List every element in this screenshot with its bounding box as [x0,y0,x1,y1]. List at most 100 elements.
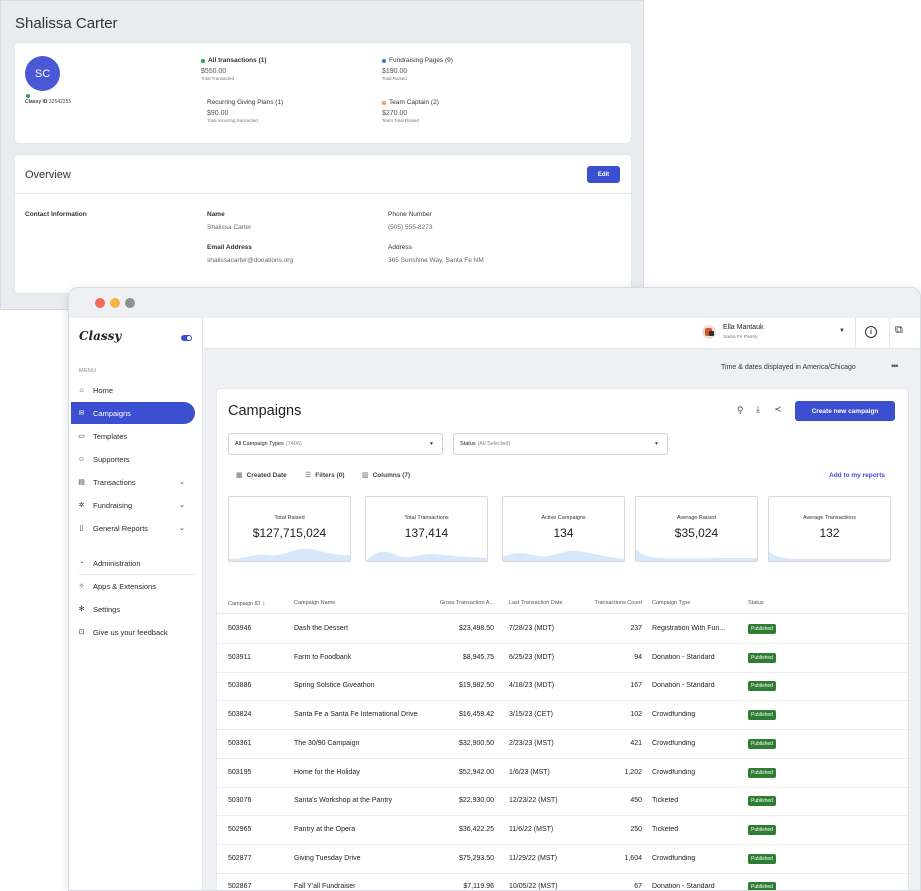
cell-gross: $32,900.50 [458,739,494,747]
cell-name[interactable]: Santa Fe a Santa Fe International Drive [294,711,417,718]
table-row[interactable]: 503911 Farm to Foodbank $8,945.75 6/25/23 (… [217,644,908,673]
kpi-card-average-transactions[interactable]: Average Transactions 132 [768,496,891,562]
sidebar-item-general-reports[interactable]: ▯ General Reports ⌄ [71,517,195,539]
cell-name[interactable]: Dash the Dessert [294,625,348,632]
minimize-window-button[interactable] [110,298,120,308]
cell-name[interactable]: Spring Solstice Giveathon [294,682,375,689]
maximize-window-button[interactable] [125,298,135,308]
columns-icon: ▥ [362,472,369,479]
chevron-down-icon[interactable]: ⌄ [179,524,185,532]
column-header-label: Campaign Type [652,600,691,606]
chevron-down-icon[interactable]: ⌄ [179,501,185,509]
sidebar-item-administration[interactable]: ◔ Administration [71,552,195,574]
more-options-icon[interactable]: ••• [891,361,899,371]
kpi-card-active-campaigns[interactable]: Active Campaigns 134 [502,496,625,562]
filters-button[interactable]: ☰ Filters (0) [305,471,345,480]
column-header-status[interactable]: Status [748,600,764,606]
column-header-campaign-name[interactable]: Campaign Name [294,600,335,606]
sidebar-item-campaigns[interactable]: ✉ Campaigns [71,402,195,424]
info-icon[interactable]: i [865,326,877,338]
cell-name[interactable]: Giving Tuesday Drive [294,855,361,862]
cell-name[interactable]: Farm to Foodbank [294,654,351,661]
sidebar-item-settings[interactable]: ✻ Settings [71,598,195,620]
sidebar-item-apps-extensions[interactable]: ✧ Apps & Extensions [71,575,195,597]
edit-button[interactable]: Edit [587,166,620,183]
table-row[interactable]: 503886 Spring Solstice Giveathon $19,982.5… [217,672,908,702]
column-header-transactions-count[interactable]: Transactions Count [595,600,643,606]
search-icon[interactable]: ⚲ [737,405,744,416]
table-row[interactable]: 503824 Santa Fe a Santa Fe International … [217,701,908,731]
sidebar-item-templates[interactable]: ▭ Templates [71,425,195,447]
cell-name[interactable]: The 30/90 Campaign [294,740,359,747]
cell-id: 502877 [228,854,252,862]
stat-recurring-plans[interactable]: Recurring Giving Plans (1) $90.00 Total … [207,99,283,123]
user-name[interactable]: Ella Mantauk [723,324,763,331]
chat-icon[interactable]: ⧉ [895,324,903,337]
sidebar-toggle[interactable] [181,335,192,341]
table-row[interactable]: 503195 Home for the Holiday $52,942.00 1/6/… [217,759,908,788]
column-header-last-transaction-date[interactable]: Last Transaction Date [509,600,563,606]
table-row[interactable]: 503076 Santa's Workshop at the Pantry $22,… [217,787,908,817]
kpi-card-average-raised[interactable]: Average Raised $35,024 [635,496,758,562]
cell-name[interactable]: Santa's Workshop at the Pantry [294,797,392,804]
cell-name[interactable]: Fall Y'all Fundraiser [294,883,356,890]
add-to-reports-link[interactable]: Add to my reports [829,472,885,479]
column-header-campaign-type[interactable]: Campaign Type [652,600,690,606]
tool-label: Columns (7) [372,471,411,479]
sort-descending-icon[interactable]: ↓ [262,600,266,607]
column-header-label: Campaign Name [294,600,336,606]
status-badge: Published [748,796,776,807]
sidebar-item-fundraising[interactable]: ✲ Fundraising ⌄ [71,494,195,516]
cell-type: Crowdfunding [652,739,696,747]
sidebar-item-home[interactable]: ⌂ Home [71,379,195,401]
cell-name[interactable]: Pantry at the Opera [294,826,355,833]
kpi-card-total-transactions[interactable]: Total Transactions 137,414 [365,496,488,562]
cell-count: 1,604 [624,854,642,862]
columns-button[interactable]: ▥ Columns (7) [362,471,411,480]
cell-last: 2/23/23 (MST) [509,739,554,747]
share-icon[interactable]: ≺ [774,404,782,415]
created-date-filter[interactable]: ▦ Created Date [236,471,287,480]
download-icon[interactable]: ⤓ [756,404,760,415]
table-row[interactable]: 502965 Pantry at the Opera $36,422.25 11/6/… [217,816,908,845]
cell-gross: $36,422.25 [458,825,494,833]
sparkline-area [366,551,487,561]
table-row[interactable]: 503946 Dash the Dessert $23,498.50 7/28/23 … [217,615,908,644]
cell-type: Registration With Fun... [652,625,726,632]
stat-team-captain[interactable]: Team Captain (2) $270.00 Team Total Rais… [382,99,439,123]
create-campaign-button[interactable]: Create new campaign [795,401,895,421]
chevron-down-icon[interactable]: ⌄ [179,478,185,486]
column-header-gross-transaction-a[interactable]: Gross Transaction A... [440,600,494,606]
sidebar-item-give-us-your-feedback[interactable]: ⊡ Give us your feedback [71,621,195,643]
select-label: All Campaign Types [235,441,284,447]
field-label: Email Address [207,244,252,251]
caret-down-icon[interactable]: ▼ [839,328,845,334]
table-row[interactable]: 502877 Giving Tuesday Drive $75,293.50 11/2… [217,845,908,874]
menu-label: MENU [79,368,97,374]
table-row[interactable]: 503361 The 30/90 Campaign $32,900.50 2/23/2… [217,730,908,759]
home-icon: ⌂ [79,386,84,394]
org-avatar[interactable] [702,325,716,339]
column-header-label: Status [748,600,764,606]
cell-last: 3/15/23 (CET) [509,711,553,719]
stat-fundraising-pages[interactable]: Fundraising Pages (9) $190.00 Total Rais… [382,57,453,81]
cell-type: Donation - Standard [652,682,715,690]
classy-logo[interactable]: Classy [79,329,121,343]
stat-all-transactions[interactable]: All transactions (1) $550.00 Total Trans… [201,57,267,81]
column-header-campaign-id[interactable]: Campaign ID ↓ [228,600,266,607]
tool-label: Created Date [246,471,287,479]
kpi-sparkline [636,549,757,561]
fundraising-icon: ✲ [78,502,85,509]
table-row[interactable]: 502867 Fall Y'all Fundraiser $7,119.96 10/0… [217,873,908,891]
sidebar-item-supporters[interactable]: ☺ Supporters [71,448,195,470]
cell-name[interactable]: Home for the Holiday [294,769,360,776]
cell-type: Crowdfunding [652,854,696,862]
classy-app-window: Classy MENU ⌂ Home ✉ Campaigns ▭ Templates ☺ Su… [68,287,921,891]
cell-gross: $7,119.96 [463,883,494,891]
kpi-card-total-raised[interactable]: Total Raised $127,715,024 [228,496,351,562]
feedback-icon: ⊡ [78,629,85,636]
sidebar-item-transactions[interactable]: ▤ Transactions ⌄ [71,471,195,493]
status-select[interactable]: Status (All Selected) ▼ [453,433,668,455]
campaign-type-select[interactable]: All Campaign Types (7406) ▼ [228,433,443,455]
close-window-button[interactable] [95,298,105,308]
